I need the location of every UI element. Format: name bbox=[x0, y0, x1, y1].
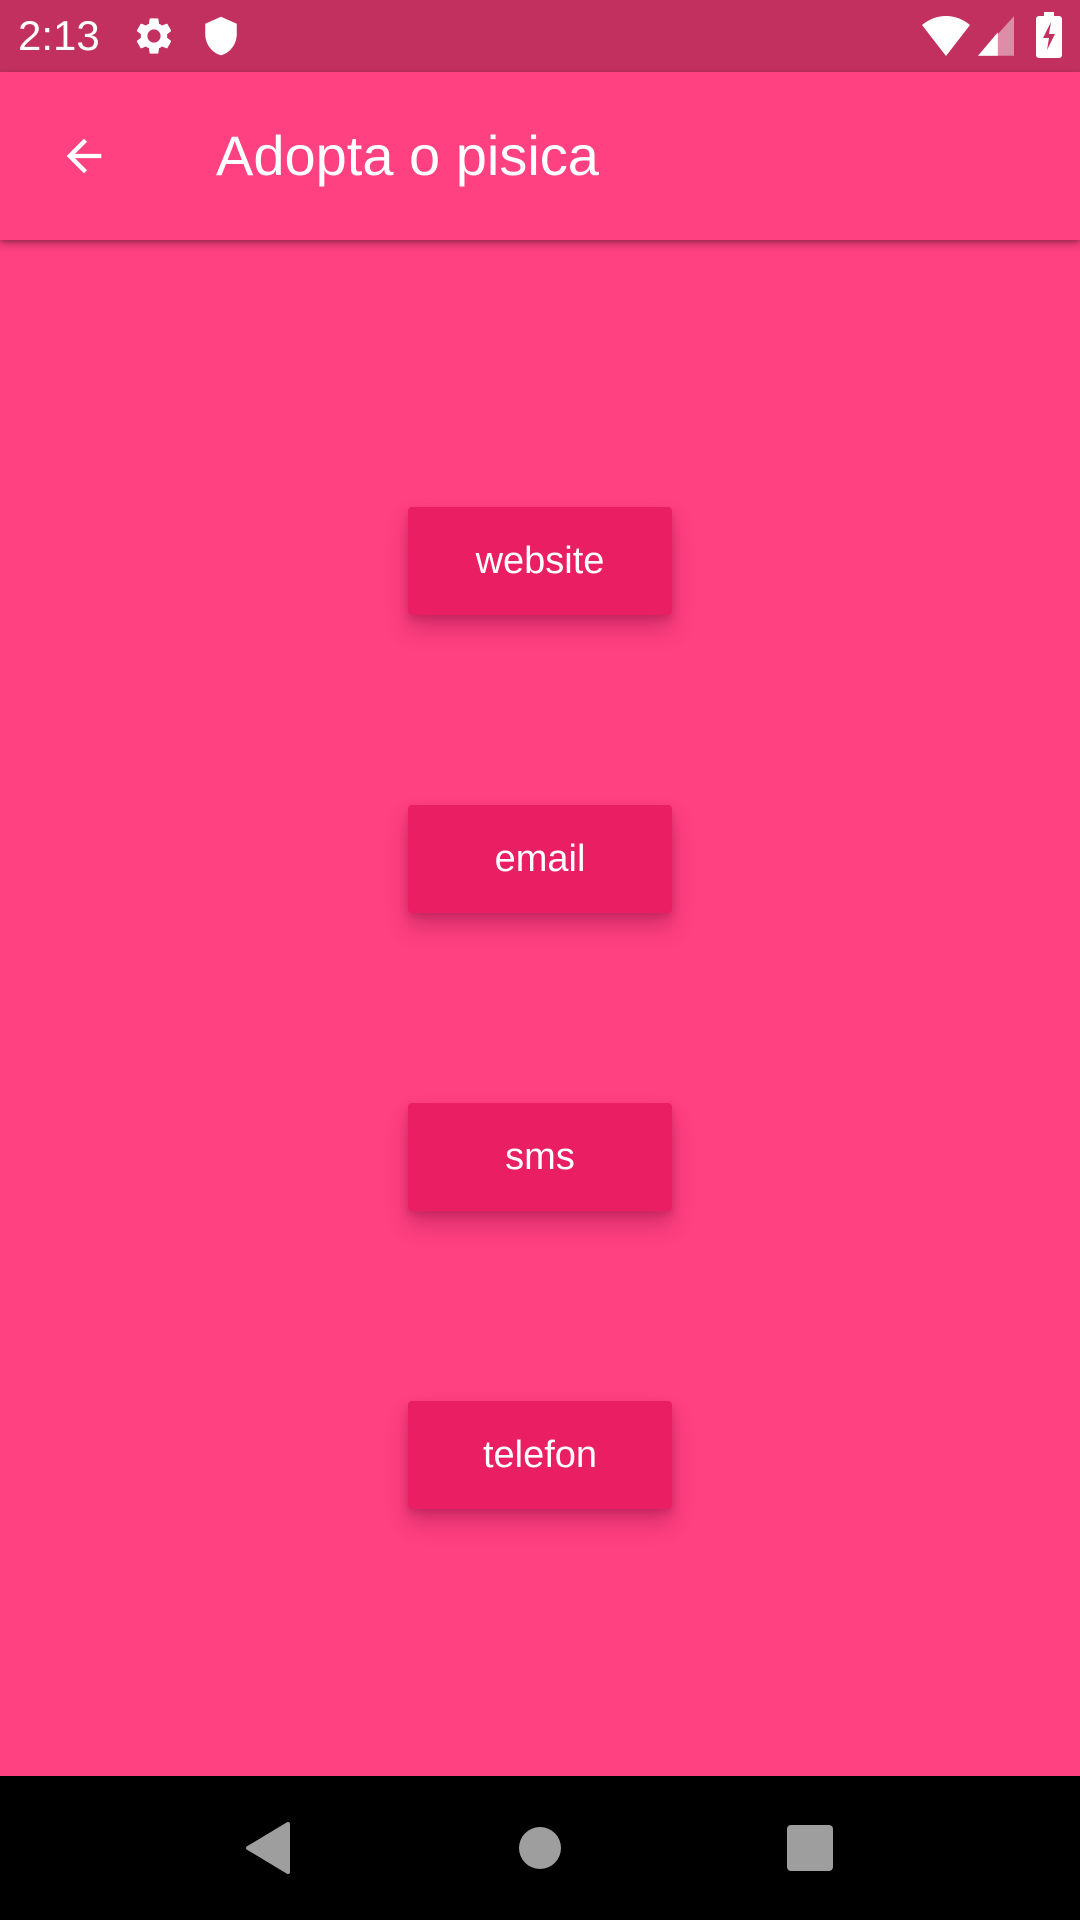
sms-button[interactable]: sms bbox=[408, 1103, 672, 1211]
nav-recents-button[interactable] bbox=[730, 1776, 890, 1920]
shield-icon bbox=[205, 16, 237, 56]
telefon-button[interactable]: telefon bbox=[408, 1401, 672, 1509]
battery-charging-icon bbox=[1036, 12, 1062, 58]
email-button[interactable]: email bbox=[408, 805, 672, 913]
app-bar: Adopta o pisica bbox=[0, 72, 1080, 240]
back-triangle-icon bbox=[246, 1822, 290, 1874]
page-title: Adopta o pisica bbox=[216, 124, 599, 187]
nav-home-button[interactable] bbox=[460, 1776, 620, 1920]
recents-square-icon bbox=[787, 1825, 833, 1871]
gear-icon bbox=[136, 18, 172, 54]
nav-back-button[interactable] bbox=[188, 1776, 348, 1920]
website-button[interactable]: website bbox=[408, 507, 672, 615]
signal-icon bbox=[978, 16, 1014, 56]
navigation-bar bbox=[0, 1776, 1080, 1920]
status-bar: 2:13 bbox=[0, 0, 1080, 72]
main-content: website email sms telefon bbox=[0, 240, 1080, 1776]
status-time: 2:13 bbox=[18, 12, 100, 59]
wifi-icon bbox=[922, 16, 970, 56]
arrow-back-icon bbox=[66, 138, 102, 174]
back-button[interactable] bbox=[36, 108, 132, 204]
home-circle-icon bbox=[519, 1827, 561, 1869]
